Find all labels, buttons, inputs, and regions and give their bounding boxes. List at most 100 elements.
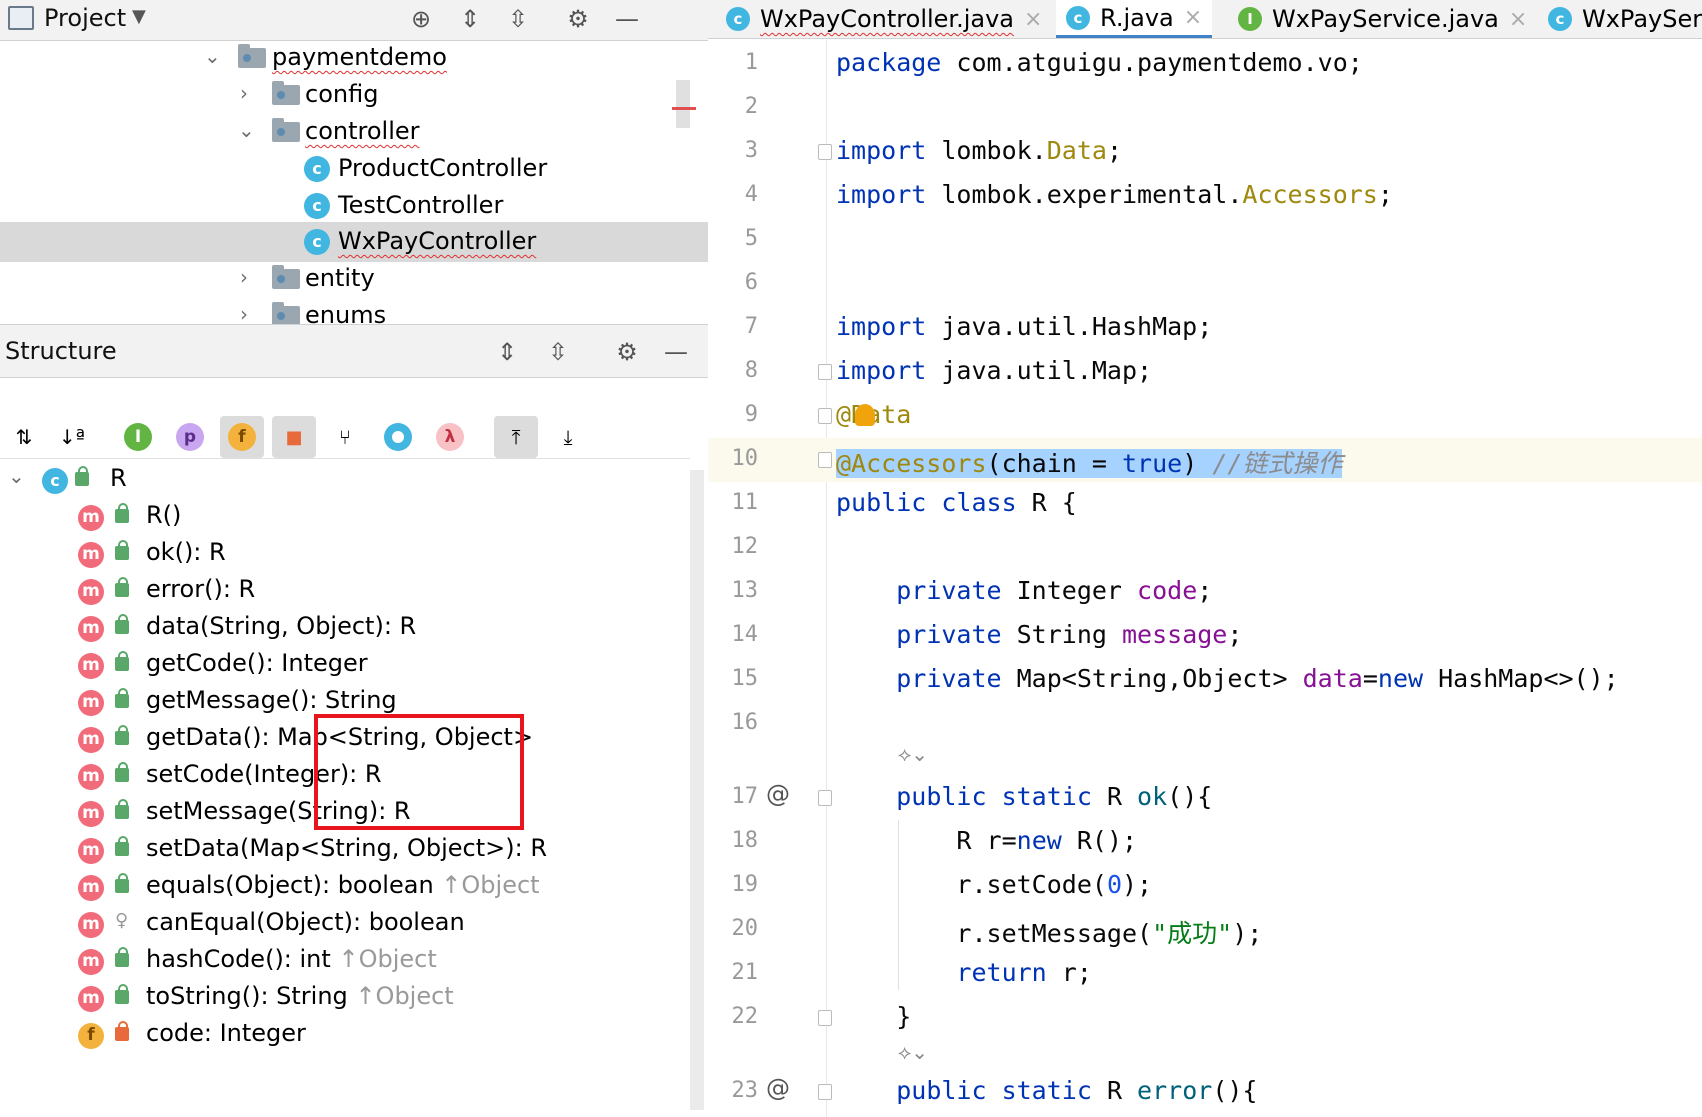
implements-marker[interactable]: @ <box>766 1074 790 1102</box>
structure-member[interactable]: m error(): R <box>0 571 690 611</box>
ai-hint-icon[interactable]: ⟡⌄ <box>898 742 928 766</box>
code-line-14[interactable]: private String message; <box>836 620 1242 649</box>
close-icon[interactable]: × <box>1184 5 1202 30</box>
tree-item-controller[interactable]: ⌄ controller <box>0 112 708 152</box>
structure-member[interactable]: m setData(Map<String, Object>): R <box>0 830 690 870</box>
code-line-22[interactable]: } <box>836 1002 911 1031</box>
fold-marker[interactable] <box>818 364 832 380</box>
tree-item-config[interactable]: › config <box>0 75 708 115</box>
code-line-20[interactable]: r.setMessage("成功"); <box>836 914 1262 950</box>
member-label: getCode(): Integer <box>146 649 368 677</box>
fold-marker[interactable] <box>818 144 832 160</box>
chevron-right-icon[interactable]: › <box>240 81 248 105</box>
class-icon: c <box>304 229 330 255</box>
structure-member[interactable]: m ok(): R <box>0 534 690 574</box>
line-number: 10 <box>731 446 759 471</box>
ai-hint-icon[interactable]: ⟡⌄ <box>898 1040 928 1064</box>
code-line-7[interactable]: import java.util.HashMap; <box>836 312 1212 341</box>
line-number: 21 <box>731 960 759 985</box>
fold-marker[interactable] <box>818 790 832 806</box>
project-panel-title[interactable]: Project <box>44 4 126 32</box>
chevron-down-icon[interactable]: ⌄ <box>238 118 255 142</box>
chevron-down-icon[interactable]: ⌄ <box>204 44 221 68</box>
tree-item-productcontroller[interactable]: c ProductController <box>0 149 708 189</box>
code-line-21[interactable]: return r; <box>836 958 1091 987</box>
tab-wxpayser[interactable]: c WxPaySer <box>1548 0 1702 38</box>
chevron-down-icon[interactable]: ⌄ <box>8 464 25 488</box>
code-line-17[interactable]: public static R ok(){ <box>836 782 1212 811</box>
show-fields-icon[interactable]: f <box>220 416 264 458</box>
autoscroll-from-source-icon[interactable]: ⤓ <box>546 416 590 458</box>
sort-by-visibility-icon[interactable]: ⇅ <box>2 416 46 458</box>
structure-member[interactable]: m R() <box>0 497 690 537</box>
fold-marker[interactable] <box>818 408 832 424</box>
gear-icon[interactable]: ⚙ <box>612 337 642 367</box>
method-icon: m <box>78 505 104 531</box>
code-line-8[interactable]: import java.util.Map; <box>836 356 1152 385</box>
tree-item-wxpaycontroller[interactable]: c WxPayController <box>0 222 708 262</box>
tab-wxpaycontroller[interactable]: c WxPayController.java × <box>726 0 1042 38</box>
tab-label: WxPayController.java <box>760 5 1015 33</box>
implements-marker[interactable]: @ <box>766 780 790 808</box>
public-lock-icon <box>115 540 129 560</box>
show-non-public-icon[interactable]: ■ <box>272 416 316 458</box>
code-line-10[interactable]: @Accessors(chain = true) //链式操作 <box>836 444 1343 480</box>
group-methods-icon[interactable]: ⑂ <box>323 416 367 458</box>
fold-marker[interactable] <box>818 1010 832 1026</box>
structure-member[interactable]: m data(String, Object): R <box>0 608 690 648</box>
locate-icon[interactable]: ⊕ <box>406 4 436 34</box>
structure-member[interactable]: f code: Integer <box>0 1015 690 1055</box>
collapse-all-icon[interactable]: ⇳ <box>543 337 573 367</box>
tree-item-testcontroller[interactable]: c TestController <box>0 186 708 226</box>
static-method-icon: m <box>78 542 104 568</box>
show-properties-icon[interactable]: p <box>168 416 212 458</box>
public-lock-icon <box>115 873 129 893</box>
code-line-18[interactable]: R r=new R(); <box>836 826 1137 855</box>
expand-all-icon[interactable]: ⇕ <box>455 4 485 34</box>
editor-panel: c WxPayController.java × c R.java × I WxPaySe… <box>708 0 1702 1117</box>
fold-marker[interactable] <box>818 452 832 468</box>
tree-item-enums[interactable]: › enums <box>0 296 708 324</box>
structure-root[interactable]: ⌄ c R <box>0 460 690 500</box>
structure-member[interactable]: m hashCode(): int ↑Object <box>0 941 690 981</box>
fold-marker[interactable] <box>818 1084 832 1100</box>
tree-item-paymentdemo[interactable]: ⌄ paymentdemo <box>0 38 708 78</box>
gear-icon[interactable]: ⚙ <box>563 4 593 34</box>
structure-member[interactable]: m toString(): String ↑Object <box>0 978 690 1018</box>
chevron-down-icon[interactable]: ▼ <box>132 6 146 27</box>
hide-icon[interactable]: — <box>612 4 642 34</box>
structure-member[interactable]: m ♀ canEqual(Object): boolean <box>0 904 690 944</box>
autoscroll-to-source-icon[interactable]: ⤒ <box>494 416 538 458</box>
code-line-1[interactable]: package com.atguigu.paymentdemo.vo; <box>836 48 1363 77</box>
show-lambdas-icon[interactable]: λ <box>428 416 472 458</box>
scrollbar[interactable] <box>676 80 690 128</box>
member-label: code: Integer <box>146 1019 306 1047</box>
expand-all-icon[interactable]: ⇕ <box>492 337 522 367</box>
code-line-3[interactable]: import lombok.Data; <box>836 136 1122 165</box>
folder-icon <box>238 44 266 68</box>
tree-item-entity[interactable]: › entity <box>0 259 708 299</box>
code-line-13[interactable]: private Integer code; <box>836 576 1212 605</box>
code-line-4[interactable]: import lombok.experimental.Accessors; <box>836 180 1393 209</box>
line-number: 8 <box>744 358 758 383</box>
close-icon[interactable]: × <box>1024 7 1042 32</box>
structure-member[interactable]: m getCode(): Integer <box>0 645 690 685</box>
code-line-15[interactable]: private Map<String,Object> data=new Hash… <box>836 664 1619 693</box>
close-icon[interactable]: × <box>1509 7 1527 32</box>
show-inherited-icon[interactable]: I <box>116 416 160 458</box>
tab-r-java[interactable]: c R.java × <box>1056 0 1213 38</box>
intention-bulb-icon[interactable] <box>855 404 875 426</box>
show-anonymous-icon[interactable] <box>376 416 420 458</box>
chevron-right-icon[interactable]: › <box>240 265 248 289</box>
code-line-23[interactable]: public static R error(){ <box>836 1076 1257 1105</box>
folder-icon <box>272 265 300 289</box>
sort-alphabetically-icon[interactable]: ↓ª <box>50 416 94 458</box>
tab-wxpayservice[interactable]: I WxPayService.java × <box>1238 0 1527 38</box>
hide-icon[interactable]: — <box>661 337 691 367</box>
chevron-right-icon[interactable]: › <box>240 302 248 324</box>
collapse-all-icon[interactable]: ⇳ <box>503 4 533 34</box>
code-line-11[interactable]: public class R { <box>836 488 1077 517</box>
code-line-19[interactable]: r.setCode(0); <box>836 870 1152 899</box>
structure-member[interactable]: m equals(Object): boolean ↑Object <box>0 867 690 907</box>
scrollbar[interactable] <box>690 470 704 1110</box>
